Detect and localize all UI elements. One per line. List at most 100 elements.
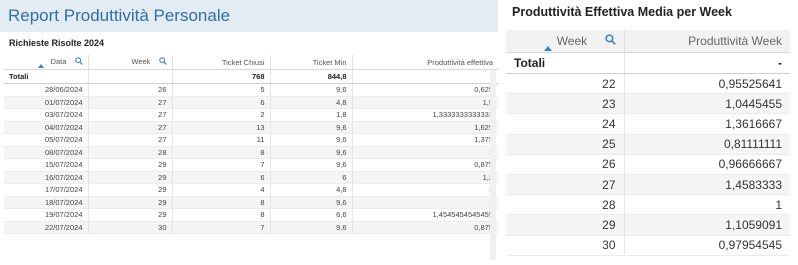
table-row[interactable]: 04/07/2024 27 13 9,6 1,625 [4, 121, 498, 134]
table-cell: 6,6 [270, 208, 353, 222]
column-label: Produttività Week [688, 34, 782, 48]
table-cell: 1,2 [352, 171, 498, 184]
table-cell: 18/07/2024 [4, 196, 89, 209]
table-row[interactable]: 27 1,4583333 [506, 174, 790, 196]
column-header-ticket-chiusi[interactable]: Ticket Chiusi [172, 55, 271, 70]
table-cell: 13 [172, 121, 271, 134]
table-cell: 9,6 [270, 158, 353, 172]
table-cell: 15/07/2024 [4, 158, 89, 172]
column-label: Ticket Min [312, 57, 347, 67]
table-cell: 16/07/2024 [4, 171, 89, 184]
table-row[interactable]: 15/07/2024 29 7 9,6 0,875 [4, 158, 498, 172]
table-row[interactable]: 19/07/2024 29 8 6,6 1,4545454545455 [4, 208, 498, 222]
table-cell: 1 [352, 183, 498, 197]
table-row[interactable]: 05/07/2024 27 11 9,6 1,375 [4, 133, 498, 147]
column-header-week[interactable]: Week [88, 55, 173, 70]
table-cell: 19/07/2024 [4, 208, 89, 222]
column-header-data[interactable]: Data [4, 55, 89, 70]
table-cell: 0,81111111 [624, 134, 790, 155]
column-label: Week [131, 56, 151, 66]
table-cell: 2 [172, 108, 271, 122]
table-cell: 30 [506, 235, 625, 256]
table-cell: 11 [172, 133, 271, 147]
table-cell: 9,6 [270, 83, 353, 97]
table-row[interactable]: 22 0,95525641 [506, 73, 790, 95]
table-cell: 22 [506, 73, 625, 95]
table-cell: 17/07/2024 [4, 183, 89, 197]
table-cell: 7 [172, 221, 271, 234]
sort-ascending-icon[interactable] [544, 46, 552, 51]
table-cell: 27 [506, 174, 625, 196]
table-cell: 9,6 [270, 146, 353, 159]
table-cell: 6 [172, 171, 271, 184]
table-row[interactable]: 17/07/20242944,81 [4, 183, 498, 197]
table-cell: 01/07/2024 [4, 96, 89, 109]
totals-row: Totali 768 844,8 - [4, 69, 498, 84]
table-cell: 1 [624, 194, 790, 216]
table-row[interactable]: 22/07/2024 30 7 9,6 0,875 [4, 221, 498, 234]
table-cell: 22/07/2024 [4, 221, 89, 234]
table-cell: 0,625 [352, 83, 498, 97]
table-row[interactable]: 01/07/2024 27 6 4,8 1,5 [4, 96, 498, 109]
table-cell: 26 [88, 83, 173, 97]
table-row[interactable]: 24 1,3616667 [506, 113, 790, 135]
table-row[interactable]: 23 1,0445455 [506, 93, 790, 115]
table-cell: 24 [506, 113, 625, 135]
table-cell: 28/06/2024 [4, 83, 89, 97]
table-cell: 0,875 [352, 158, 498, 172]
productivity-report-panel: Report Produttività Personale Richieste … [0, 0, 498, 265]
column-header-ticket-min[interactable]: Ticket Min [270, 55, 353, 70]
table-cell: 4 [172, 183, 271, 197]
table-cell: 0,95525641 [624, 73, 790, 95]
table-row[interactable]: 29 1,1059091 [506, 214, 790, 236]
table-row[interactable]: 28/06/2024 26 5 9,6 0,625 [4, 83, 498, 97]
table-cell: 05/07/2024 [4, 133, 89, 147]
totals-ticket-min: 844,8 [270, 69, 353, 84]
table-cell: 4,8 [270, 96, 353, 109]
table-cell: 1,375 [352, 133, 498, 147]
totals-row: Totali - [506, 52, 790, 74]
table-cell: 29 [88, 183, 173, 197]
table-cell: 1,4583333 [624, 174, 790, 196]
table-row[interactable]: 25 0,81111111 [506, 134, 790, 155]
table-cell: 8 [172, 208, 271, 222]
table-cell: 1,4545454545455 [352, 208, 498, 222]
table-cell: 27 [88, 121, 173, 134]
totals-label: Totali [506, 52, 625, 74]
report-header-band: Report Produttività Personale [0, 0, 498, 32]
table-cell: 28 [88, 146, 173, 159]
table-cell: 04/07/2024 [4, 121, 89, 134]
table-cell: 1,625 [352, 121, 498, 134]
table-row[interactable]: 18/07/20242989,61 [4, 196, 498, 209]
sort-ascending-icon[interactable] [38, 64, 44, 68]
search-icon[interactable] [158, 57, 167, 67]
table-cell: 27 [88, 133, 173, 147]
table-cell: 27 [88, 96, 173, 109]
totals-value: - [624, 52, 790, 74]
table-cell: 25 [506, 134, 625, 155]
table-cell: 1,3333333333333 [352, 108, 498, 122]
table-row[interactable]: 26 0,96666667 [506, 154, 790, 175]
table-row[interactable]: 08/07/20242889,61 [4, 146, 498, 159]
totals-ticket-chiusi: 768 [172, 69, 271, 84]
column-label: Ticket Chiusi [221, 57, 265, 67]
column-header-produttivita-week[interactable]: Produttività Week [624, 30, 790, 53]
column-header-produttivita[interactable]: Produttività effettiva [352, 55, 498, 70]
search-icon[interactable] [604, 34, 616, 48]
vertical-scrollbar[interactable] [490, 70, 496, 260]
column-header-week[interactable]: Week [506, 30, 625, 53]
table-row[interactable]: 16/07/2024 29 6 6 1,2 [4, 171, 498, 184]
table-cell: 9,6 [270, 196, 353, 209]
table-cell: 1 [352, 146, 498, 159]
column-label: Week [556, 33, 588, 48]
table-cell: 29 [506, 214, 625, 236]
table-row[interactable]: 03/07/2024 27 2 1,8 1,3333333333333 [4, 108, 498, 122]
table-cell: 1 [352, 196, 498, 209]
weekly-average-panel: Produttività Effettiva Media per Week We… [498, 0, 798, 265]
search-icon[interactable] [74, 57, 83, 67]
table-row[interactable]: 30 0,97954545 [506, 235, 790, 256]
table-cell: 1,3616667 [624, 113, 790, 135]
table-cell: 1,5 [352, 96, 498, 109]
report-subtitle: Richieste Risolte 2024 [9, 38, 105, 48]
table-row[interactable]: 28 1 [506, 194, 790, 216]
